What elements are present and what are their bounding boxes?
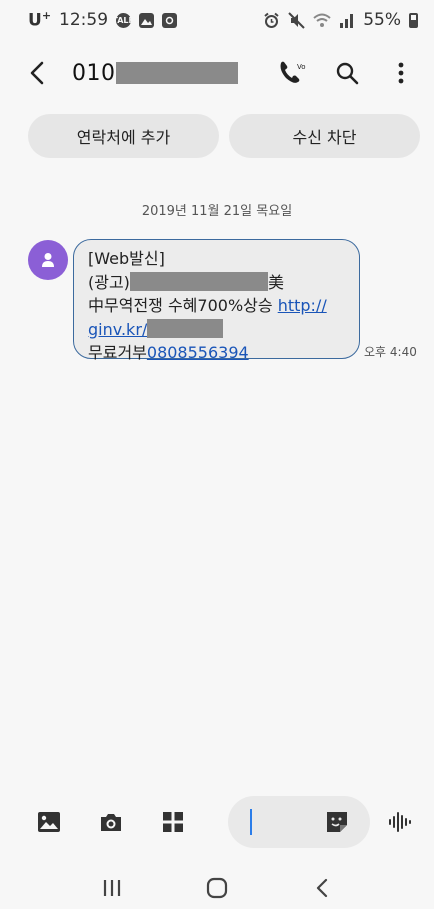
status-time: 12:59 — [59, 10, 109, 30]
message-line: ginv.kr/ — [88, 318, 345, 342]
contact-actions: 연락처에 추가 수신 차단 — [28, 114, 420, 158]
sticker-button[interactable] — [322, 807, 352, 837]
recents-button[interactable] — [97, 873, 127, 903]
app-actions: Vo LTE — [278, 58, 416, 88]
message-line: [Web발신] — [88, 249, 165, 268]
status-right: 55% — [263, 10, 418, 30]
date-separator: 2019년 11월 21일 목요일 — [141, 204, 293, 219]
message-link[interactable]: http:// — [278, 296, 327, 315]
sticker-icon — [327, 812, 347, 832]
message-line: 中무역전쟁 수혜700%상승 http:// — [88, 296, 327, 315]
home-button[interactable] — [202, 873, 232, 903]
alarm-icon — [264, 12, 279, 28]
gallery-button[interactable] — [34, 807, 64, 837]
status-bar: U+ 12:59 TALK 55% — [0, 0, 434, 40]
back-nav-icon — [316, 878, 327, 897]
conversation-title: 010 — [72, 61, 278, 86]
app-bar: 010 Vo LTE — [0, 48, 434, 98]
call-button[interactable]: Vo LTE — [278, 58, 308, 88]
redacted-number — [115, 62, 238, 84]
message-input[interactable] — [228, 796, 370, 848]
call-icon: Vo LTE — [280, 61, 308, 83]
search-button[interactable] — [332, 58, 362, 88]
home-icon — [206, 877, 228, 898]
camera-icon — [101, 813, 121, 831]
attach-group — [34, 807, 188, 837]
voice-icon — [389, 812, 411, 832]
mute-icon — [288, 11, 305, 29]
nav-back-button[interactable] — [307, 873, 337, 903]
apps-button[interactable] — [158, 807, 188, 837]
redacted-url — [147, 318, 224, 338]
talk-icon: TALK — [112, 12, 135, 28]
message-link-continued[interactable]: ginv.kr/ — [88, 320, 147, 339]
phone-number-prefix: 010 — [72, 60, 116, 86]
back-icon — [30, 61, 44, 85]
recents-icon — [104, 879, 121, 896]
message-time: 오후 4:40 — [364, 345, 417, 359]
battery-icon — [409, 12, 418, 28]
system-nav-bar — [0, 866, 434, 909]
avatar[interactable] — [28, 240, 68, 280]
record-icon — [162, 12, 178, 28]
carrier-label: U+ — [28, 9, 52, 31]
gallery-icon — [139, 12, 155, 28]
voice-button[interactable] — [388, 807, 412, 837]
wifi-icon — [313, 13, 331, 27]
battery-percent: 55% — [363, 10, 401, 30]
opt-out-phone-link[interactable]: 0808556394 — [147, 343, 249, 362]
more-icon — [398, 62, 404, 84]
block-button[interactable]: 수신 차단 — [229, 114, 420, 158]
message-line: 무료거부0808556394 — [88, 343, 249, 362]
apps-icon — [163, 812, 183, 832]
camera-button[interactable] — [96, 807, 126, 837]
message-bubble[interactable]: [Web발신] (광고) 美 中무역전쟁 수혜700%상승 http:// gin… — [73, 239, 360, 362]
back-button[interactable] — [30, 55, 58, 91]
svg-text:Vo LTE: Vo LTE — [297, 63, 308, 71]
signal-icon — [340, 13, 354, 28]
search-icon — [336, 62, 359, 85]
image-icon — [38, 812, 60, 832]
status-left: U+ 12:59 TALK — [28, 9, 178, 31]
more-options-button[interactable] — [386, 58, 416, 88]
add-contact-button[interactable]: 연락처에 추가 — [28, 114, 219, 158]
redacted-text — [129, 271, 268, 291]
composer-bar — [0, 794, 434, 850]
person-icon — [42, 253, 54, 267]
message-line: (광고) 美 — [88, 271, 284, 292]
text-caret — [250, 809, 252, 835]
